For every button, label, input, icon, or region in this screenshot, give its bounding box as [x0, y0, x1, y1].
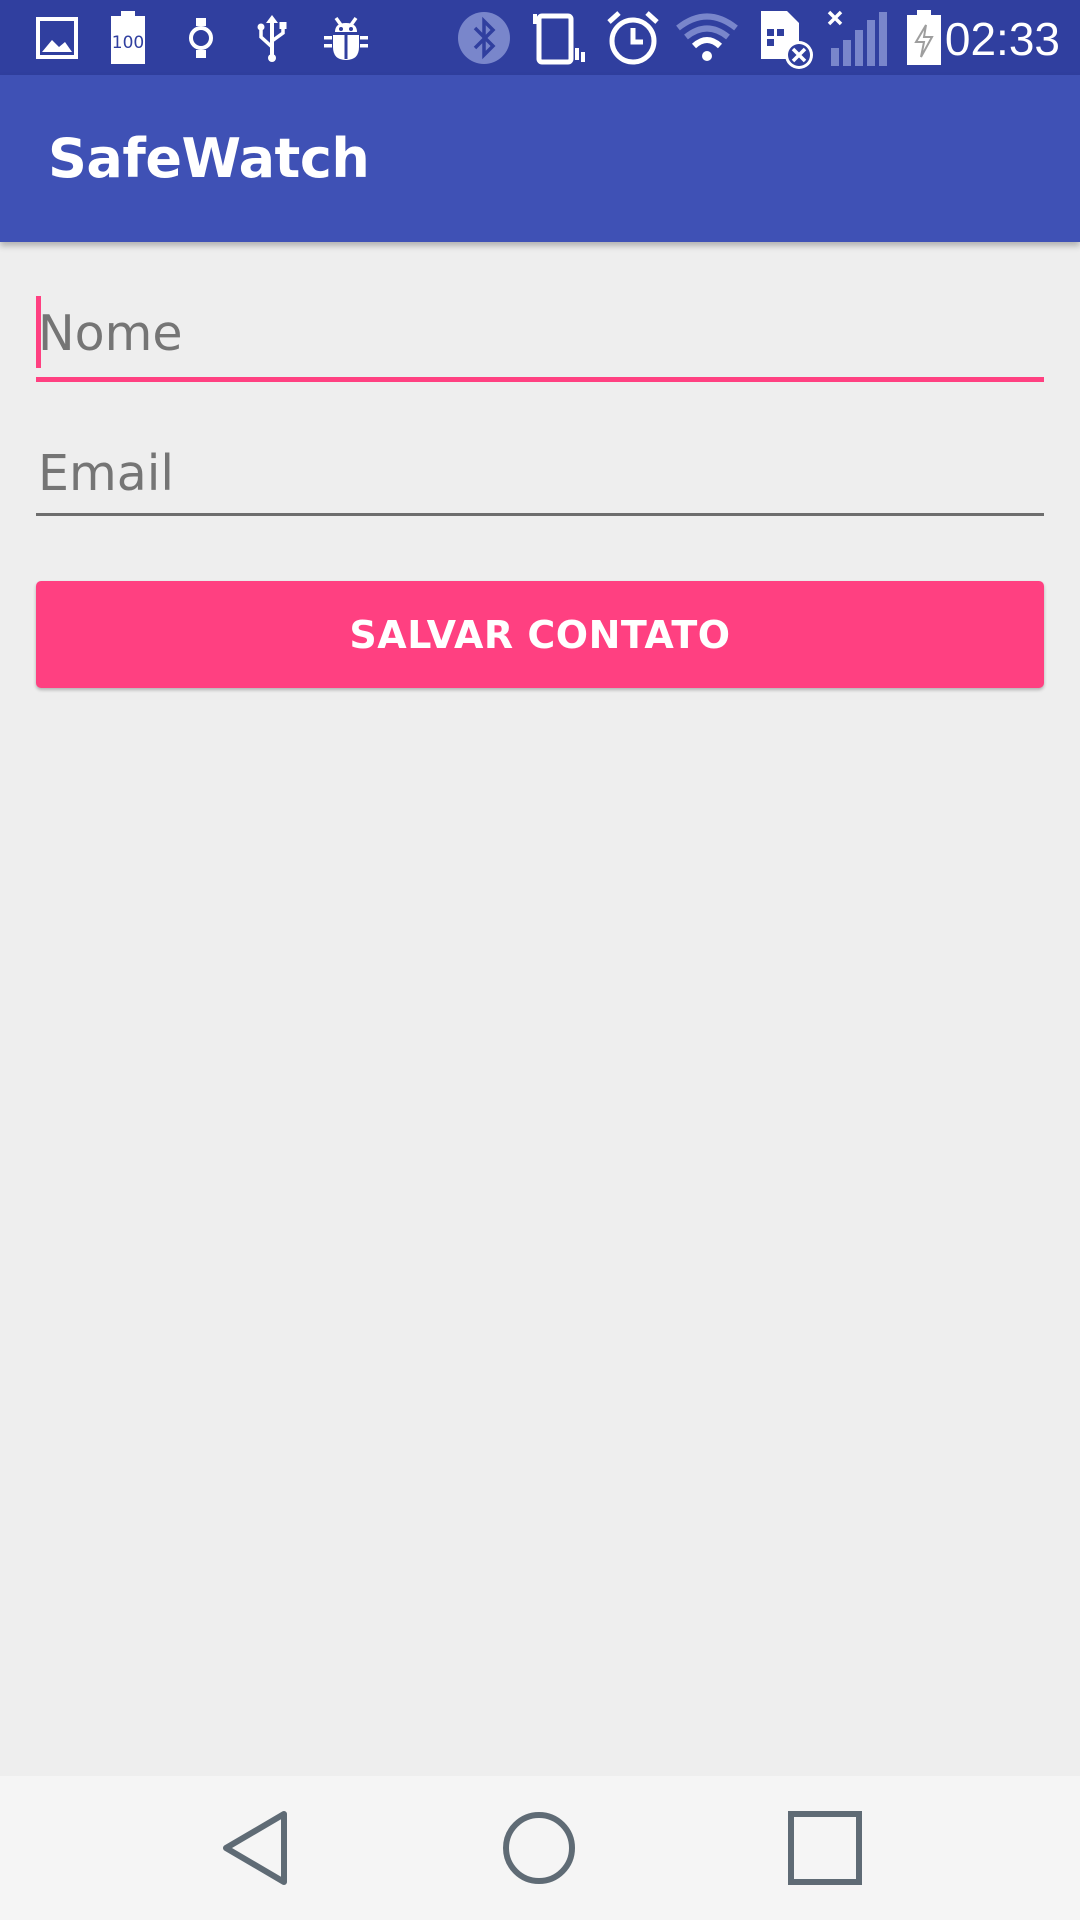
home-button[interactable] [459, 1776, 619, 1920]
save-contact-button[interactable]: SALVAR CONTATO [36, 581, 1044, 688]
status-bar-clock: 02:33 [944, 13, 1060, 65]
home-icon [503, 1812, 575, 1884]
email-input[interactable] [36, 436, 1044, 512]
alarm-icon [602, 0, 664, 75]
navigation-bar [0, 1776, 1080, 1920]
text-cursor [36, 296, 41, 368]
name-input[interactable] [36, 296, 1044, 372]
back-button[interactable] [175, 1776, 335, 1920]
battery-charging-icon [904, 0, 944, 75]
app-bar: SafeWatch [0, 75, 1080, 242]
sim-error-icon [756, 0, 818, 75]
recents-button[interactable] [745, 1776, 905, 1920]
back-icon [223, 1811, 287, 1885]
vibrate-icon [528, 0, 590, 75]
name-field[interactable] [36, 296, 1044, 382]
screen: 100 02:33 SafeWatch Nome Email SALVAR CO… [0, 0, 1080, 1920]
wifi-icon [674, 0, 740, 75]
bug-icon [320, 0, 372, 75]
name-field-underline [36, 377, 1044, 382]
status-bar: 100 02:33 [0, 0, 1080, 75]
battery-100-icon: 100 [108, 0, 148, 75]
app-title: SafeWatch [48, 127, 370, 190]
email-field[interactable] [36, 436, 1044, 516]
email-field-underline [36, 513, 1044, 516]
recents-icon [788, 1811, 862, 1885]
bluetooth-icon [456, 0, 512, 75]
battery-level-text: 100 [112, 33, 144, 53]
watch-icon [184, 0, 218, 75]
usb-icon [254, 0, 290, 75]
image-icon [34, 0, 80, 75]
signal-icon [826, 0, 892, 75]
